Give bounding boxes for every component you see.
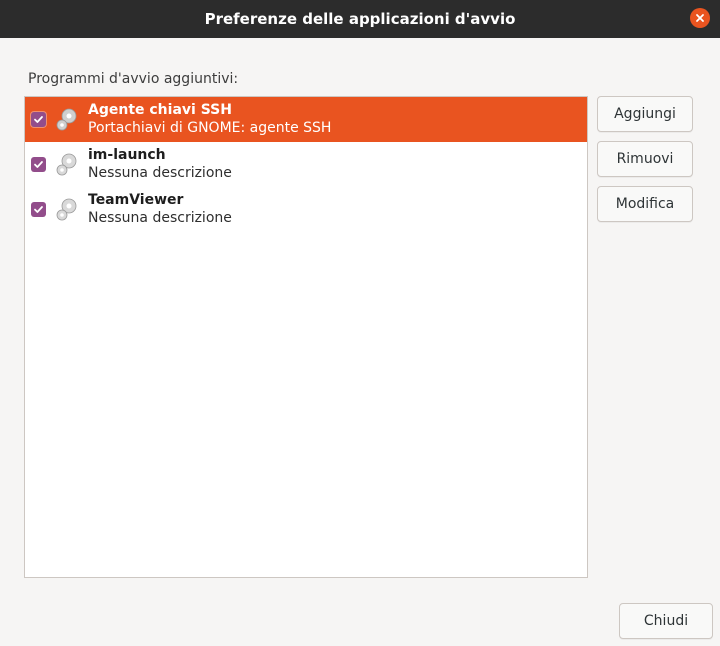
edit-button[interactable]: Modifica [597, 186, 693, 222]
gears-icon [56, 153, 77, 176]
close-button[interactable]: Chiudi [619, 603, 713, 639]
close-window-button[interactable] [690, 8, 710, 28]
checkmark-icon [34, 116, 43, 123]
checkmark-icon [34, 206, 43, 213]
remove-button[interactable]: Rimuovi [597, 141, 693, 177]
window-title: Preferenze delle applicazioni d'avvio [204, 10, 516, 28]
gears-icon [56, 198, 77, 221]
program-row[interactable]: Agente chiavi SSH Portachiavi di GNOME: … [25, 97, 587, 142]
program-description: Portachiavi di GNOME: agente SSH [88, 120, 332, 136]
add-button[interactable]: Aggiungi [597, 96, 693, 132]
startup-programs-label: Programmi d'avvio aggiuntivi: [28, 71, 239, 87]
enabled-checkbox[interactable] [31, 112, 46, 127]
checkmark-icon [34, 161, 43, 168]
startup-programs-list[interactable]: Agente chiavi SSH Portachiavi di GNOME: … [24, 96, 588, 578]
enabled-checkbox[interactable] [31, 202, 46, 217]
program-name: im-launch [88, 147, 166, 163]
program-description: Nessuna descrizione [88, 210, 232, 226]
gears-icon [56, 108, 77, 131]
program-name: Agente chiavi SSH [88, 102, 232, 118]
program-row[interactable]: TeamViewer Nessuna descrizione [25, 187, 587, 232]
enabled-checkbox[interactable] [31, 157, 46, 172]
program-description: Nessuna descrizione [88, 165, 232, 181]
program-row[interactable]: im-launch Nessuna descrizione [25, 142, 587, 187]
close-icon [696, 14, 704, 22]
program-name: TeamViewer [88, 192, 184, 208]
title-bar: Preferenze delle applicazioni d'avvio [0, 0, 720, 38]
